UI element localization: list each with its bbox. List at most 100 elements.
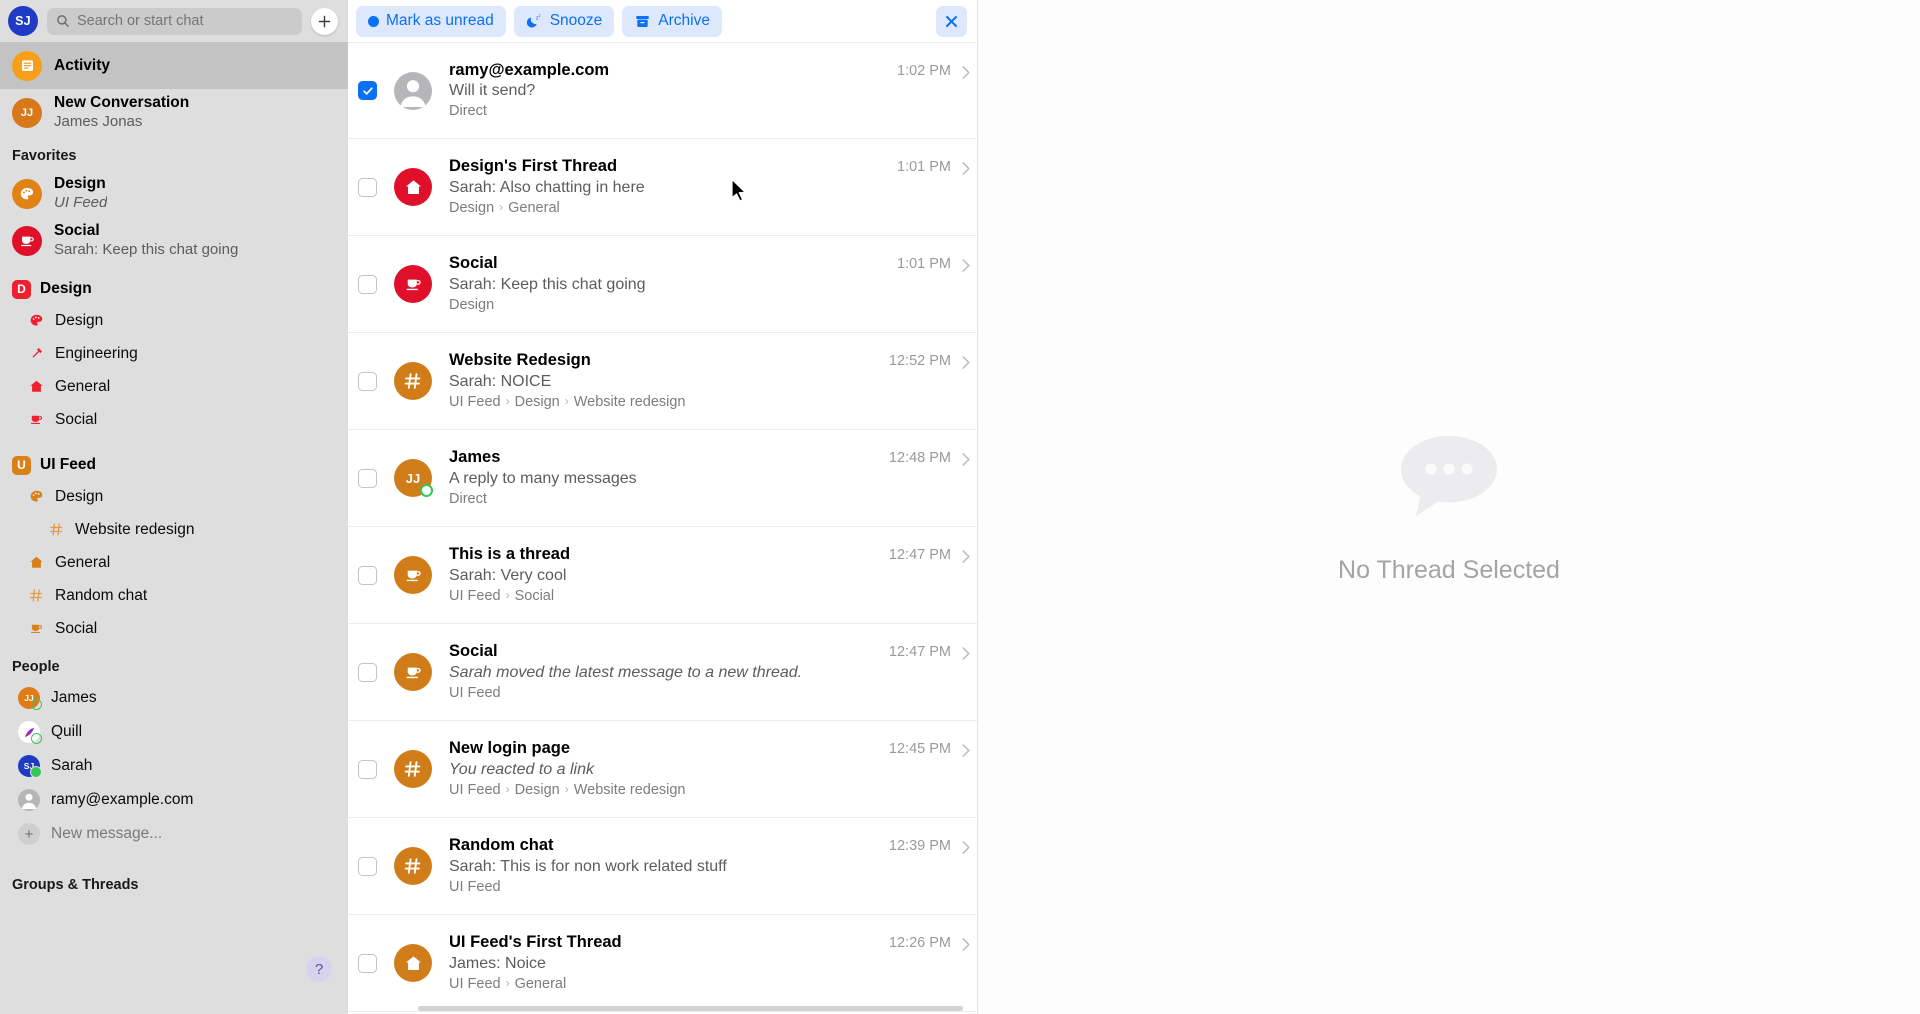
search-input[interactable]: Search or start chat	[47, 7, 302, 35]
breadcrumb-segment: UI Feed	[449, 684, 501, 701]
person-name: Sarah	[51, 757, 93, 774]
thread-checkbox[interactable]	[358, 177, 377, 197]
new-chat-button[interactable]	[311, 7, 338, 35]
avatar	[18, 721, 42, 744]
workspace-design[interactable]: D Design	[0, 274, 348, 304]
avatar: SJ	[18, 755, 42, 778]
mark-as-unread-button[interactable]: Mark as unread	[356, 5, 506, 37]
workspace-badge: D	[12, 279, 31, 299]
channel-uifeed-general[interactable]: General	[0, 546, 348, 579]
channel-design-design[interactable]: Design	[0, 304, 348, 337]
archive-label: Archive	[658, 12, 710, 29]
archive-button[interactable]: Archive	[622, 5, 722, 37]
channel-uifeed-random-chat[interactable]: Random chat	[0, 579, 348, 612]
person-ramy[interactable]: ramy@example.com	[0, 783, 348, 817]
thread-checkbox[interactable]	[358, 565, 377, 585]
chevron-right-icon: ›	[505, 782, 510, 797]
close-selection-button[interactable]	[936, 5, 967, 37]
thread-timestamp: 1:01 PM	[897, 159, 951, 176]
channel-uifeed-design[interactable]: Design	[0, 480, 348, 513]
workspace-ui-feed[interactable]: U UI Feed	[0, 450, 348, 480]
person-james[interactable]: JJ James	[0, 681, 348, 715]
sidebar-item-new-conversation[interactable]: JJ New Conversation James Jonas	[0, 89, 348, 136]
breadcrumb-segment: General	[508, 199, 560, 216]
workspace-name: Design	[40, 280, 92, 297]
thread-breadcrumb: Design	[449, 296, 951, 315]
horizontal-scrollbar[interactable]	[418, 1006, 963, 1011]
new-message-label: New message...	[51, 825, 163, 842]
thread-row[interactable]: ramy@example.com 1:02 PM Will it send? Dire…	[348, 42, 977, 139]
thread-row[interactable]: New login page 12:45 PM You reacted to a l…	[348, 721, 977, 818]
chevron-right-icon	[961, 65, 971, 85]
person-sarah[interactable]: SJ Sarah	[0, 749, 348, 783]
sidebar: SJ Search or start chat Activity JJ New …	[0, 0, 348, 1014]
sidebar-scroll-area[interactable]: Activity JJ New Conversation James Jonas…	[0, 42, 348, 1014]
thread-preview: A reply to many messages	[449, 469, 637, 487]
sidebar-favorite-design[interactable]: Design UI Feed	[0, 170, 348, 217]
thread-timestamp: 12:39 PM	[888, 838, 951, 855]
thread-row[interactable]: Random chat 12:39 PM Sarah: This is for no…	[348, 818, 977, 915]
mark-as-unread-label: Mark as unread	[386, 12, 494, 29]
channel-uifeed-social[interactable]: Social	[0, 612, 348, 645]
breadcrumb-segment: Website redesign	[573, 393, 686, 410]
chevron-right-icon	[961, 937, 971, 957]
sidebar-favorite-social[interactable]: Social Sarah: Keep this chat going	[0, 217, 348, 264]
breadcrumb-segment: Direct	[449, 490, 487, 507]
sidebar-item-activity[interactable]: Activity	[0, 42, 348, 89]
channel-design-engineering[interactable]: Engineering	[0, 337, 348, 370]
chevron-right-icon	[961, 646, 971, 666]
avatar: JJ	[12, 97, 42, 128]
person-quill[interactable]: Quill	[0, 715, 348, 749]
channel-label: Random chat	[55, 586, 148, 604]
thread-row[interactable]: Social 1:01 PM Sarah: Keep this chat going…	[348, 236, 977, 333]
thread-preview: Sarah: Keep this chat going	[449, 275, 646, 293]
current-user-avatar[interactable]: SJ	[8, 6, 38, 36]
snooze-button[interactable]: z z Snooze	[513, 5, 615, 37]
thread-checkbox[interactable]	[358, 371, 377, 391]
hash-icon	[394, 847, 432, 885]
breadcrumb-segment: UI Feed	[449, 975, 501, 992]
person-name: James	[51, 689, 97, 706]
channel-label: Social	[55, 619, 98, 637]
groups-threads-section-label: Groups & Threads	[12, 877, 139, 893]
thread-checkbox[interactable]	[358, 856, 377, 876]
thread-checkbox[interactable]	[358, 81, 377, 100]
thread-row[interactable]: UI Feed's First Thread 12:26 PM James: Noi…	[348, 915, 977, 1012]
breadcrumb-segment: UI Feed	[449, 781, 501, 798]
breadcrumb-segment: Design	[514, 781, 560, 798]
thread-row[interactable]: Design's First Thread 1:01 PM Sarah: Also …	[348, 139, 977, 236]
avatar: JJ	[18, 687, 42, 710]
coffee-icon	[394, 265, 432, 303]
thread-preview: Sarah: NOICE	[449, 372, 552, 390]
help-button[interactable]: ?	[306, 956, 332, 982]
thread-row[interactable]: Website Redesign 12:52 PM Sarah: NOICE UI F…	[348, 333, 977, 430]
thread-checkbox[interactable]	[358, 759, 377, 779]
new-message-button[interactable]: + New message...	[0, 817, 348, 851]
thread-content: This is a thread 12:47 PM Sarah: Very cool…	[449, 544, 951, 605]
channel-uifeed-website-redesign[interactable]: Website redesign	[0, 513, 348, 546]
thread-checkbox[interactable]	[358, 468, 377, 488]
thread-checkbox[interactable]	[358, 662, 377, 682]
thread-row[interactable]: This is a thread 12:47 PM Sarah: Very cool…	[348, 527, 977, 624]
hash-icon	[394, 750, 432, 788]
thread-preview: James: Noice	[449, 954, 546, 972]
thread-title: UI Feed's First Thread	[449, 933, 622, 952]
channel-design-social[interactable]: Social	[0, 403, 348, 436]
thread-checkbox[interactable]	[358, 274, 377, 294]
favorite-subtitle: Sarah: Keep this chat going	[54, 240, 239, 258]
presence-indicator	[31, 699, 42, 710]
channel-label: General	[55, 377, 111, 395]
palette-icon	[26, 312, 46, 329]
thread-row[interactable]: Social 12:47 PM Sarah moved the latest mes…	[348, 624, 977, 721]
thread-preview: Sarah: This is for non work related stuf…	[449, 857, 727, 875]
workspace-name: UI Feed	[40, 456, 96, 473]
check-icon	[362, 86, 373, 95]
presence-indicator	[30, 766, 42, 778]
thread-row[interactable]: JJ James 12:48 PM A reply to many messages D…	[348, 430, 977, 527]
thread-list[interactable]: ramy@example.com 1:02 PM Will it send? Dire…	[348, 42, 977, 1014]
thread-timestamp: 1:01 PM	[897, 256, 951, 273]
channel-design-general[interactable]: General	[0, 370, 348, 403]
people-section-label: People	[12, 659, 60, 675]
thread-title: James	[449, 448, 501, 467]
thread-checkbox[interactable]	[358, 953, 377, 973]
